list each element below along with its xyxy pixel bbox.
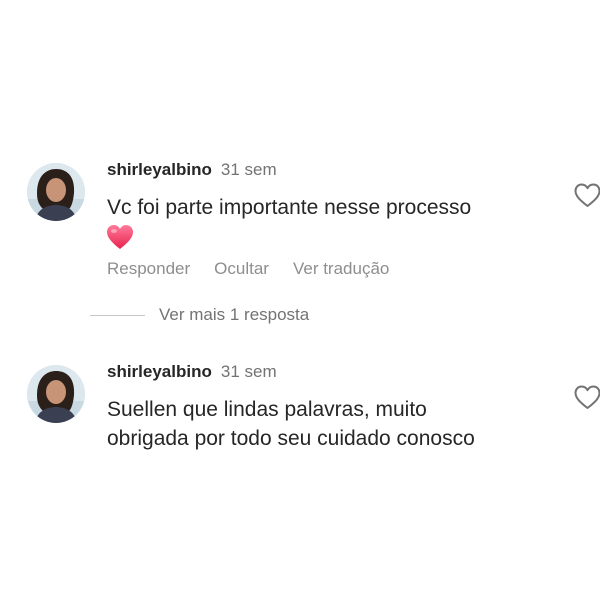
timestamp: 31 sem [220, 160, 277, 179]
comment-text: Suellen que lindas palavras, muito obrig… [107, 395, 547, 453]
like-heart-icon[interactable] [574, 183, 600, 208]
username[interactable]: shirleyalbino [107, 160, 212, 179]
reply-button[interactable]: Responder [107, 259, 190, 278]
avatar[interactable] [27, 365, 85, 423]
heart-emoji-icon [107, 225, 133, 249]
avatar-image [27, 163, 85, 221]
avatar[interactable] [27, 163, 85, 221]
comment-meta: shirleyalbino 31 sem [107, 362, 277, 382]
comment-text-line: Suellen que lindas palavras, muito [107, 398, 427, 421]
like-heart-icon[interactable] [574, 385, 600, 410]
view-more-replies-button[interactable]: Ver mais 1 resposta [90, 303, 309, 327]
comment-meta: shirleyalbino 31 sem [107, 160, 277, 180]
divider-line [90, 314, 145, 316]
comment-text: Vc foi parte importante nesse processo [107, 193, 547, 250]
username[interactable]: shirleyalbino [107, 362, 212, 381]
avatar-image [27, 365, 85, 423]
translate-button[interactable]: Ver tradução [293, 259, 389, 278]
comment-text-line: Vc foi parte importante nesse processo [107, 196, 472, 219]
comment-text-line: obrigada por todo seu cuidado conosco [107, 427, 475, 450]
comment-actions: Responder Ocultar Ver tradução [107, 259, 413, 279]
view-more-replies-label: Ver mais 1 resposta [159, 305, 310, 324]
hide-button[interactable]: Ocultar [214, 259, 269, 278]
timestamp: 31 sem [220, 362, 277, 381]
